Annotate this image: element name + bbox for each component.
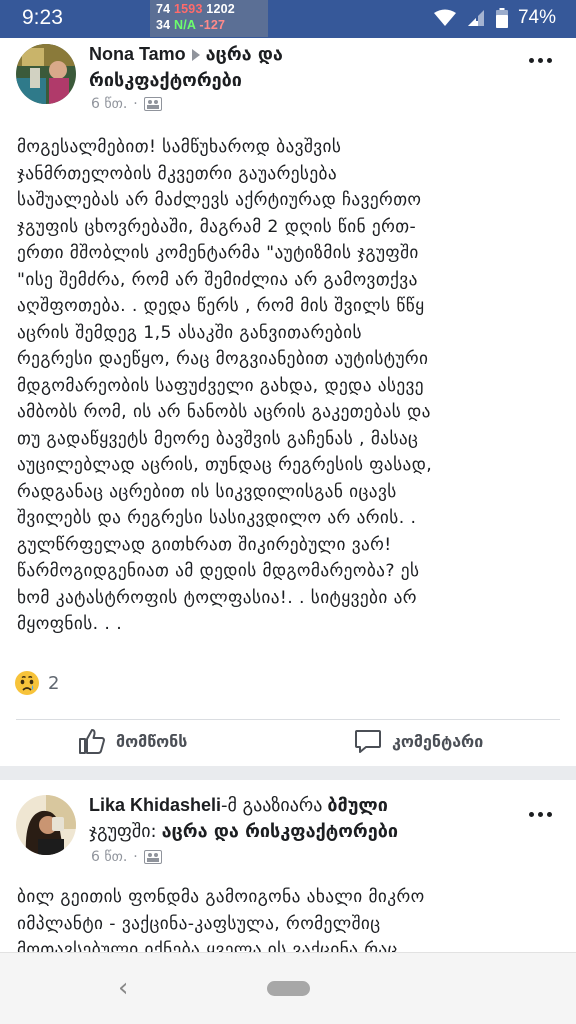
post-header-line2: ჯგუფში: აცრა და რისკფაქტორები xyxy=(89,818,398,845)
status-bar: 9:23 74 1593 1202 34 N/A -127 74% xyxy=(0,0,576,38)
overlay-value: -127 xyxy=(199,18,226,32)
overlay-value: 34 xyxy=(156,18,171,32)
post-line: აცრის შემდეგ 1,5 ასაკში განვითარების xyxy=(17,322,362,343)
debug-overlay: 74 1593 1202 34 N/A -127 xyxy=(150,0,268,37)
shared-prefix: -მ გააზიარა xyxy=(221,795,323,816)
post-meta: 6 წთ. · xyxy=(91,849,162,865)
post-line: იმპლანტი - ვაქცინა-კაფსულა, რომელშიც xyxy=(17,913,381,934)
shared-link-label[interactable]: ბმული xyxy=(327,795,388,816)
battery-icon xyxy=(495,8,508,28)
post-header-line2: რისკფაქტორები xyxy=(89,67,242,94)
status-icons: 74% xyxy=(433,7,556,29)
post-line: აღშფოთება. . დედა წერს , რომ მის შვილს წ… xyxy=(17,296,425,316)
battery-percent: 74% xyxy=(517,7,556,28)
divider xyxy=(16,719,560,720)
thumbs-up-icon xyxy=(79,729,105,754)
overlay-line-2: 34 N/A -127 xyxy=(156,18,225,32)
like-label: მომწონს xyxy=(116,731,188,751)
post-card: Lika Khidasheli-მ გააზიარა ბმული ჯგუფში:… xyxy=(0,780,576,952)
author-name[interactable]: Nona Tamo xyxy=(89,44,186,64)
post-line: ამბობს რომ, ის არ ნანობს აცრის გაკეთებას… xyxy=(17,402,431,422)
reaction-count: 2 xyxy=(48,672,60,694)
post-line: ჯგუფის ცხოვრებაში, მაგრამ 2 დღის წინ ერთ… xyxy=(17,216,417,237)
overlay-value: 74 xyxy=(156,2,171,16)
sad-reaction-icon xyxy=(15,671,39,695)
group-name-continued[interactable]: რისკფაქტორები xyxy=(89,70,242,91)
overlay-line-1: 74 1593 1202 xyxy=(156,2,235,16)
group-name[interactable]: აცრა და რისკფაქტორები xyxy=(162,821,398,842)
system-nav-bar: ‹ xyxy=(0,952,576,1024)
post-line: ჯანმრთელობის მკვეთრი გაუარესება xyxy=(17,163,338,184)
post-line: ხომ კატასტროფის ტოლფასია!. . სიტყვები არ xyxy=(17,587,417,608)
post-line: მოგესალმებით! სამწუხაროდ ბავშვის xyxy=(17,137,342,157)
post-line: რეგრესი დაეწყო, რაც მოგვიანებით აუტისტურ… xyxy=(17,349,429,369)
arrow-right-icon xyxy=(191,48,200,61)
post-meta: 6 წთ. · xyxy=(91,96,162,112)
avatar[interactable] xyxy=(16,795,76,855)
post-line: რადგანაც აცრებით ის სიკვდილისგან იცავს xyxy=(17,481,397,502)
post-line: აუცილებლად აცრის, თუნდაც რეგრესის ფასად, xyxy=(17,455,433,475)
post-line: თუ გადაწყვეტს მეორე ბავშვის გაჩენას , მა… xyxy=(17,428,419,449)
post-line: გულწრფელად გითხრათ შიკირებული ვარ! xyxy=(17,534,392,555)
comment-label: კომენტარი xyxy=(392,731,484,751)
post-line: შვილებს და რეგრესი სასიკვდილო არ არის. . xyxy=(17,508,417,528)
overlay-value: 1593 xyxy=(174,2,203,16)
post-card: Nona Tamo აცრა და რისკფაქტორები 6 წთ. · მ… xyxy=(0,38,576,766)
post-line: მოთავსებული იქნება ყველა ის ვაქცინა რაც xyxy=(17,940,398,952)
signal-icon xyxy=(467,10,484,26)
group-privacy-icon xyxy=(143,850,162,864)
post-body: მოგესალმებით! სამწუხაროდ ბავშვის ჯანმრთე… xyxy=(17,134,565,638)
avatar-image xyxy=(16,795,76,855)
group-privacy-icon xyxy=(143,97,162,111)
post-line: საშუალებას არ მაძლევს აქრტიურად ჩავერთო xyxy=(17,190,422,210)
post-time[interactable]: 6 წთ. xyxy=(91,849,127,865)
comment-icon xyxy=(355,730,381,753)
post-body: ბილ გეითის ფონდმა გამოიგონა ახალი მიკრო … xyxy=(17,884,565,952)
more-options-icon[interactable] xyxy=(529,812,552,817)
clock: 9:23 xyxy=(22,6,63,29)
post-line: ერთი მშობლის კომენტარმა "აუტიზმის ჯგუფში xyxy=(17,243,419,263)
post-actions: მომწონს კომენტარი xyxy=(0,721,576,761)
post-line: ბილ გეითის ფონდმა გამოიგონა ახალი მიკრო xyxy=(17,887,425,907)
back-chevron-icon[interactable]: ‹ xyxy=(118,973,128,1003)
post-line: მყოფნის. . . xyxy=(17,614,123,634)
post-line: "ისე შემძრა, რომ არ შემიძლია არ გამოვთქვ… xyxy=(17,269,418,290)
avatar-image xyxy=(16,44,76,104)
like-button[interactable]: მომწონს xyxy=(78,721,187,761)
post-line: მდგომარეობის საფუძველი გახდა, დედა ასევე xyxy=(17,375,424,396)
post-line: წარმოგიდგენიათ ამ დედის მდგომარეობა? ეს xyxy=(17,561,420,581)
overlay-value: 1202 xyxy=(206,2,235,16)
dot-separator: · xyxy=(133,849,138,865)
post-header: Lika Khidasheli-მ გააზიარა ბმული xyxy=(89,792,388,819)
group-prefix: ჯგუფში: xyxy=(89,821,157,842)
post-header: Nona Tamo აცრა და xyxy=(89,41,283,68)
home-pill-button[interactable] xyxy=(267,981,310,996)
more-options-icon[interactable] xyxy=(529,58,552,63)
avatar[interactable] xyxy=(16,44,76,104)
wifi-icon xyxy=(433,9,456,26)
comment-button[interactable]: კომენტარი xyxy=(354,721,483,761)
post-time[interactable]: 6 წთ. xyxy=(91,96,127,112)
dot-separator: · xyxy=(133,96,138,112)
reaction-summary[interactable]: 2 xyxy=(14,670,59,696)
group-name[interactable]: აცრა და xyxy=(206,44,283,65)
author-name[interactable]: Lika Khidasheli xyxy=(89,795,221,815)
overlay-value: N/A xyxy=(174,18,196,32)
